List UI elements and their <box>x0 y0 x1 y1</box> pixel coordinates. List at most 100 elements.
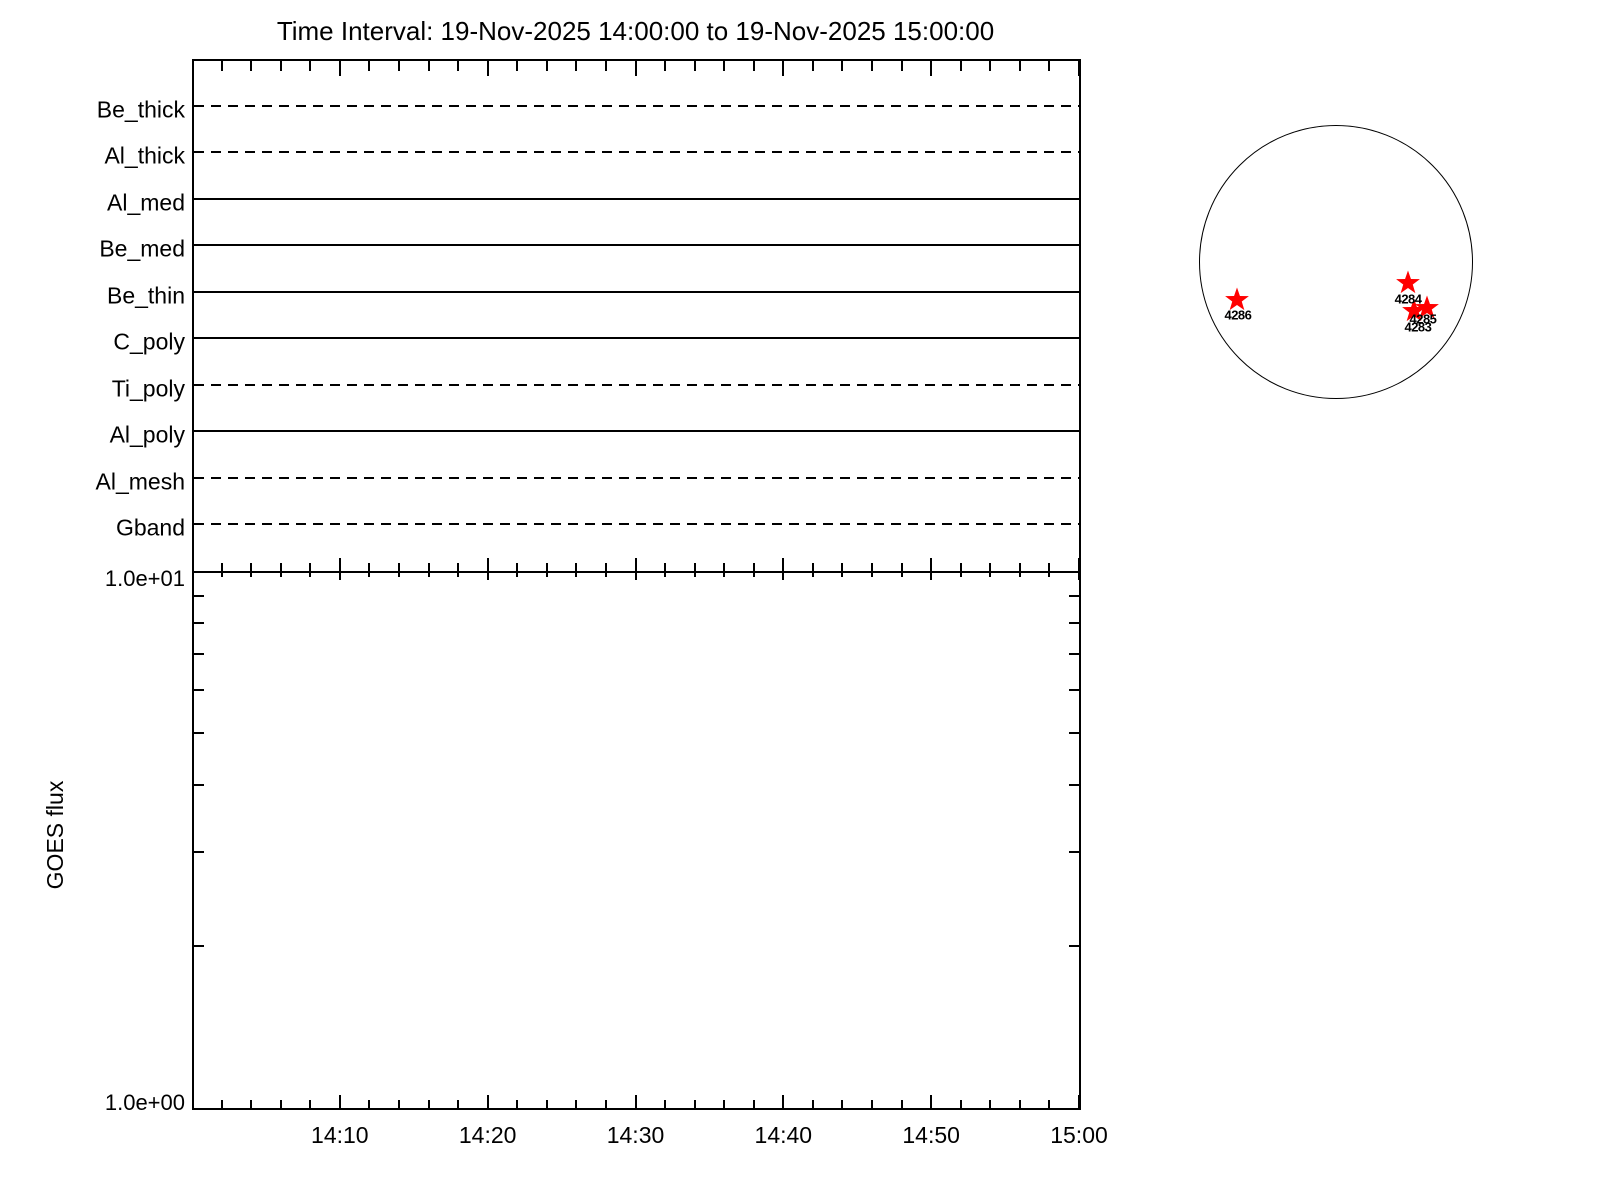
minor-tick <box>457 1100 460 1108</box>
minor-tick <box>604 61 607 71</box>
filter-label-Al_poly: Al_poly <box>109 421 185 448</box>
filter-line-Al_thick <box>194 151 1079 154</box>
filter-line-Al_mesh <box>194 476 1079 479</box>
minor-tick <box>427 563 430 577</box>
flux-tick-label: 1.0e+00 <box>104 1090 185 1115</box>
minor-tick <box>959 563 962 577</box>
minor-tick <box>871 61 874 71</box>
filter-line-Be_thick <box>194 104 1079 107</box>
active-region-label-4286: 4286 <box>1224 307 1252 323</box>
minor-tick <box>693 1100 696 1108</box>
major-tick <box>634 61 637 76</box>
major-tick <box>486 61 489 76</box>
minor-tick <box>841 563 844 577</box>
minor-tick <box>575 563 578 577</box>
minor-tick <box>989 563 992 577</box>
log-minor-tick <box>1069 594 1079 597</box>
minor-tick <box>900 1100 903 1108</box>
log-minor-tick <box>1069 850 1079 853</box>
minor-tick <box>1048 61 1051 71</box>
minor-tick <box>811 563 814 577</box>
filter-line-C_poly <box>194 337 1079 340</box>
minor-tick <box>723 1100 726 1108</box>
minor-tick <box>1018 563 1021 577</box>
major-tick <box>930 558 933 580</box>
time-tick-label: 14:50 <box>902 1122 960 1148</box>
active-region-label-4285: 4285 <box>1409 311 1437 327</box>
log-minor-tick <box>194 731 204 734</box>
minor-tick <box>368 1100 371 1108</box>
filter-line-Gband <box>194 523 1079 526</box>
filter-label-Al_thick: Al_thick <box>104 142 185 169</box>
minor-tick <box>871 563 874 577</box>
filter-label-Be_thin: Be_thin <box>106 282 185 309</box>
minor-tick <box>220 1100 223 1108</box>
minor-tick <box>220 563 223 577</box>
minor-tick <box>397 1100 400 1108</box>
log-minor-tick <box>1069 783 1079 786</box>
solar-disk <box>1199 125 1473 399</box>
minor-tick <box>457 61 460 71</box>
major-tick <box>486 558 489 580</box>
minor-tick <box>989 61 992 71</box>
minor-tick <box>900 563 903 577</box>
major-tick <box>1078 1095 1080 1108</box>
goes-flux-panel <box>192 571 1081 1110</box>
major-tick <box>930 61 933 76</box>
log-minor-tick <box>1069 653 1079 656</box>
log-minor-tick <box>194 689 204 692</box>
minor-tick <box>723 61 726 71</box>
minor-tick <box>959 1100 962 1108</box>
minor-tick <box>545 563 548 577</box>
filter-label-Gband: Gband <box>115 514 185 541</box>
minor-tick <box>516 1100 519 1108</box>
minor-tick <box>575 61 578 71</box>
filter-line-Be_thin <box>194 290 1079 293</box>
major-tick <box>930 1095 933 1108</box>
minor-tick <box>693 563 696 577</box>
filter-label-Al_mesh: Al_mesh <box>95 468 185 495</box>
log-minor-tick <box>1069 731 1079 734</box>
figure-title: Time Interval: 19-Nov-2025 14:00:00 to 1… <box>276 16 995 46</box>
time-tick-label: 14:20 <box>458 1122 517 1148</box>
filter-line-Ti_poly <box>194 383 1079 386</box>
time-tick-label: 14:30 <box>606 1122 665 1148</box>
filter-line-Al_med <box>194 197 1079 200</box>
minor-tick <box>279 563 282 577</box>
major-tick <box>1078 558 1080 580</box>
minor-tick <box>1048 563 1051 577</box>
log-minor-tick <box>1069 622 1079 625</box>
minor-tick <box>1018 61 1021 71</box>
major-tick <box>782 61 785 76</box>
major-tick <box>1078 61 1080 76</box>
major-tick <box>486 1095 489 1108</box>
minor-tick <box>250 563 253 577</box>
minor-tick <box>250 1100 253 1108</box>
minor-tick <box>309 61 312 71</box>
minor-tick <box>309 1100 312 1108</box>
major-tick <box>782 558 785 580</box>
minor-tick <box>900 61 903 71</box>
minor-tick <box>752 61 755 71</box>
minor-tick <box>1048 1100 1051 1108</box>
minor-tick <box>397 61 400 71</box>
major-tick <box>782 1095 785 1108</box>
filter-timeline-panel <box>192 59 1081 573</box>
filter-label-Ti_poly: Ti_poly <box>111 375 185 402</box>
minor-tick <box>545 61 548 71</box>
major-tick <box>338 558 341 580</box>
major-tick <box>338 1095 341 1108</box>
minor-tick <box>604 563 607 577</box>
time-tick-label: 14:10 <box>311 1122 369 1148</box>
minor-tick <box>279 61 282 71</box>
goes-flux-axis-label: GOES flux <box>41 780 68 890</box>
major-tick <box>338 61 341 76</box>
time-tick-label: 14:40 <box>754 1122 813 1148</box>
minor-tick <box>457 563 460 577</box>
minor-tick <box>427 1100 430 1108</box>
log-minor-tick <box>194 783 204 786</box>
minor-tick <box>220 61 223 71</box>
filter-line-Al_poly <box>194 430 1079 433</box>
log-minor-tick <box>194 622 204 625</box>
minor-tick <box>368 563 371 577</box>
